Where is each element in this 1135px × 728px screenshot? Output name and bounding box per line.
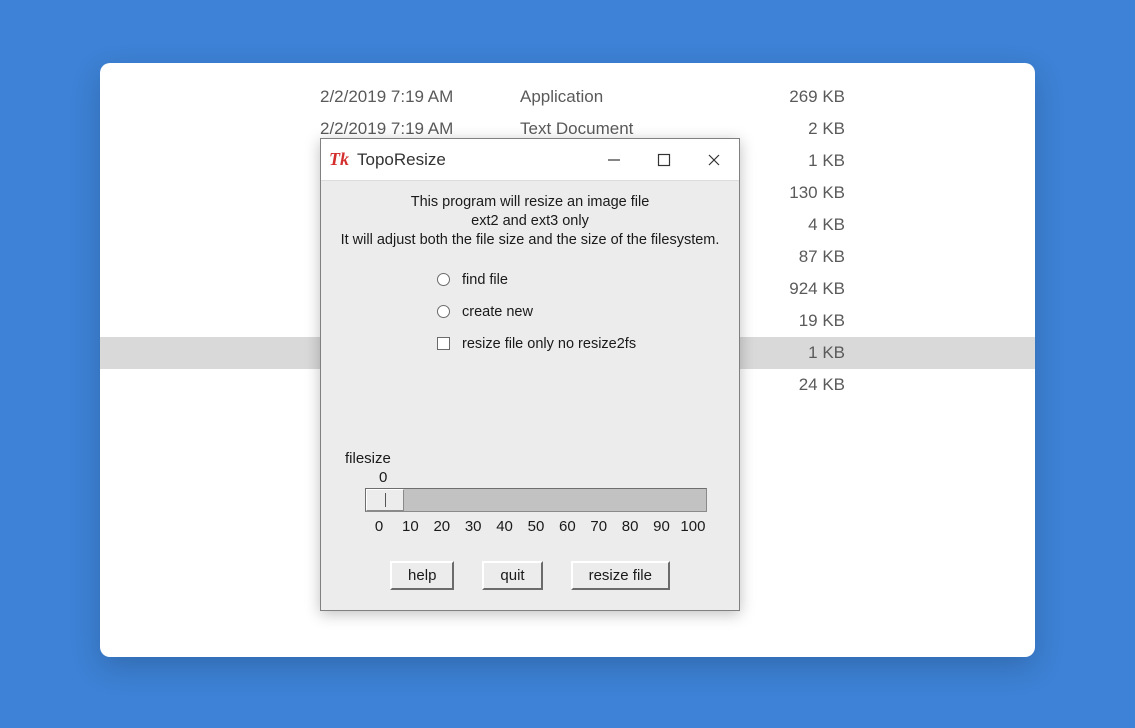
cell-type: Application [520,87,780,107]
cell-size: 4 KB [780,215,845,235]
quit-button[interactable]: quit [482,561,542,590]
table-row[interactable]: 2/2/2019 7:19 AMApplication269 KB [100,81,1035,113]
titlebar[interactable]: Tk TopoResize [321,139,739,181]
tk-icon: Tk [329,149,349,170]
slider-title: filesize [345,450,707,467]
tick-label: 0 [365,518,393,535]
cell-size: 87 KB [780,247,845,267]
tick-label: 80 [616,518,644,535]
radio-icon [437,273,450,286]
cell-size: 269 KB [780,87,845,107]
help-button[interactable]: help [390,561,454,590]
intro-text: This program will resize an image file e… [331,193,729,250]
maximize-icon [657,153,671,167]
minimize-icon [607,153,621,167]
cell-size: 130 KB [780,183,845,203]
tick-label: 30 [459,518,487,535]
window-title: TopoResize [357,150,446,170]
intro-line-3: It will adjust both the file size and th… [331,231,729,250]
radio-create-new[interactable]: create new [437,296,729,328]
cell-size: 1 KB [780,343,845,363]
minimize-button[interactable] [589,139,639,181]
resize-file-button[interactable]: resize file [571,561,670,590]
cell-date: 2/2/2019 7:19 AM [320,87,520,107]
cell-size: 19 KB [780,311,845,331]
radio-label: find file [462,272,508,288]
radio-find-file[interactable]: find file [437,264,729,296]
checkbox-icon [437,337,450,350]
dialog-body: This program will resize an image file e… [321,181,739,610]
close-icon [707,153,721,167]
close-button[interactable] [689,139,739,181]
filesize-slider[interactable] [365,488,707,512]
cell-size: 1 KB [780,151,845,171]
tick-label: 50 [522,518,550,535]
maximize-button[interactable] [639,139,689,181]
options-group: find file create new resize file only no… [437,264,729,360]
tick-label: 100 [679,518,707,535]
slider-section: filesize 0 0102030405060708090100 [331,450,729,535]
intro-line-2: ext2 and ext3 only [331,212,729,231]
tick-label: 60 [553,518,581,535]
slider-ticks: 0102030405060708090100 [365,518,707,535]
radio-icon [437,305,450,318]
cell-size: 24 KB [780,375,845,395]
cell-date: 2/2/2019 7:19 AM [320,119,520,139]
intro-line-1: This program will resize an image file [331,193,729,212]
tick-label: 70 [585,518,613,535]
checkbox-label: resize file only no resize2fs [462,336,636,352]
cell-type: Text Document [520,119,780,139]
cell-size: 924 KB [780,279,845,299]
tick-label: 20 [428,518,456,535]
slider-value: 0 [379,469,707,486]
cell-size: 2 KB [780,119,845,139]
slider-thumb[interactable] [366,489,404,511]
tick-label: 10 [396,518,424,535]
checkbox-resize-only[interactable]: resize file only no resize2fs [437,328,729,360]
tick-label: 90 [648,518,676,535]
button-bar: help quit resize file [331,561,729,590]
tick-label: 40 [491,518,519,535]
radio-label: create new [462,304,533,320]
toporesize-dialog: Tk TopoResize This program will resize a… [320,138,740,611]
